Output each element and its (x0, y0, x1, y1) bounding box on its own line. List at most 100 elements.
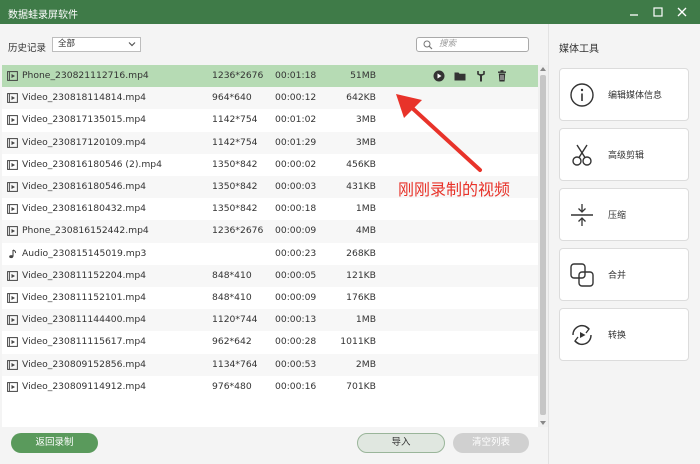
file-duration: 00:00:13 (275, 314, 317, 326)
video-file-icon (7, 159, 18, 170)
file-size: 4MB (355, 225, 376, 237)
file-name: Video_230811115617.mp4 (22, 336, 147, 348)
file-size: 701KB (346, 380, 376, 392)
file-name: Phone_230816152442.mp4 (22, 225, 149, 237)
file-size: 51MB (350, 70, 376, 81)
file-size: 268KB (346, 247, 376, 259)
tool-merge[interactable]: 合并 (559, 248, 689, 301)
title-bar: 数据蛙录屏软件 (0, 0, 700, 24)
tool-label: 合并 (608, 271, 627, 281)
file-row[interactable]: Video_230811152204.mp4 848*410 00:00:05 121… (2, 264, 538, 287)
file-resolution: 1120*744 (212, 314, 258, 326)
import-button[interactable]: 导入 (357, 433, 445, 453)
file-resolution: 1236*2676 (212, 225, 264, 237)
close-icon[interactable] (674, 4, 690, 20)
back-to-record-button[interactable]: 返回录制 (11, 433, 98, 453)
file-size: 1MB (355, 203, 376, 215)
convert-icon (572, 325, 592, 345)
video-file-icon (7, 381, 18, 392)
scroll-up-icon[interactable] (540, 67, 546, 71)
file-duration: 00:00:23 (275, 247, 317, 259)
video-file-icon (7, 115, 18, 126)
file-resolution: 1134*764 (212, 358, 258, 370)
file-name: Video_230816180432.mp4 (22, 203, 147, 215)
main-panel: 历史记录 全部 搜索 Phone_230821112716.mp4 1236*26… (0, 24, 548, 464)
file-duration: 00:00:09 (275, 292, 317, 303)
file-size: 431KB (346, 181, 376, 192)
file-resolution: 1350*842 (212, 203, 258, 215)
trash-icon[interactable] (495, 69, 509, 83)
history-filter-select[interactable]: 全部 (52, 37, 141, 52)
tool-label: 高级剪辑 (608, 151, 645, 161)
file-size: 642KB (346, 92, 376, 104)
tool-compress[interactable]: 压缩 (559, 188, 689, 241)
file-resolution: 1142*754 (212, 114, 258, 126)
maximize-icon[interactable] (650, 4, 666, 20)
file-name: Video_230809152856.mp4 (22, 358, 147, 370)
file-size: 3MB (355, 114, 376, 126)
tool-label: 编辑媒体信息 (608, 91, 663, 101)
merge-icon (570, 263, 594, 287)
file-duration: 00:01:18 (275, 70, 317, 81)
file-row[interactable]: Video_230811152101.mp4 848*410 00:00:09 176… (2, 287, 538, 309)
file-size: 2MB (355, 358, 376, 370)
play-icon[interactable] (432, 69, 446, 83)
video-file-icon (7, 359, 18, 370)
media-tools-panel: 媒体工具 编辑媒体信息 高级剪辑 压缩 合并 转换 (548, 24, 700, 464)
tool-edit-media-info[interactable]: 编辑媒体信息 (559, 68, 689, 121)
folder-icon[interactable] (453, 69, 467, 83)
search-icon (423, 40, 433, 50)
file-row[interactable]: Video_230811144400.mp4 1120*744 00:00:13 1M… (2, 309, 538, 332)
file-name: Video_230811152204.mp4 (22, 269, 147, 281)
file-duration: 00:01:02 (275, 114, 317, 126)
file-duration: 00:00:12 (275, 92, 317, 104)
file-name: Video_230818114814.mp4 (22, 92, 147, 104)
tool-label: 转换 (608, 331, 627, 341)
file-resolution: 1350*842 (212, 181, 258, 192)
file-name: Video_230816180546.mp4 (22, 181, 147, 192)
clear-list-button[interactable]: 清空列表 (453, 433, 529, 453)
file-row[interactable]: Video_230809114912.mp4 976*480 00:00:16 701… (2, 376, 538, 398)
file-size: 1011KB (340, 336, 376, 348)
file-size: 456KB (346, 158, 376, 170)
file-duration: 00:00:18 (275, 203, 317, 215)
app-title: 数据蛙录屏软件 (8, 10, 78, 21)
file-row[interactable]: Phone_230821112716.mp4 1236*2676 00:01:18 5… (2, 65, 538, 88)
file-resolution: 962*642 (212, 336, 252, 348)
video-file-icon (7, 204, 18, 215)
tool-advanced-cut[interactable]: 高级剪辑 (559, 128, 689, 181)
file-duration: 00:00:09 (275, 225, 317, 237)
video-file-icon (7, 93, 18, 104)
video-file-icon (7, 293, 18, 303)
annotation-arrow (396, 94, 482, 172)
file-size: 176KB (346, 292, 376, 303)
file-row[interactable]: Phone_230816152442.mp4 1236*2676 00:00:09 4… (2, 220, 538, 243)
file-name: Video_230809114912.mp4 (22, 380, 147, 392)
video-file-icon (7, 315, 18, 326)
file-row[interactable]: Audio_230815145019.mp3 00:00:23 268KB (2, 243, 538, 265)
file-resolution: 848*410 (212, 269, 252, 281)
video-file-icon (7, 71, 18, 81)
minimize-icon[interactable] (626, 4, 642, 20)
file-row[interactable]: Video_230809152856.mp4 1134*764 00:00:53 2M… (2, 353, 538, 376)
video-file-icon (7, 137, 18, 148)
scroll-thumb[interactable] (540, 75, 546, 415)
file-row[interactable]: Video_230811115617.mp4 962*642 00:00:28 101… (2, 331, 538, 353)
video-file-icon (7, 226, 18, 237)
wrench-icon[interactable] (474, 69, 488, 83)
history-filter-value: 全部 (58, 39, 76, 49)
info-icon (570, 83, 594, 107)
file-size: 121KB (346, 269, 376, 281)
tool-convert[interactable]: 转换 (559, 308, 689, 361)
file-size: 1MB (355, 314, 376, 326)
list-scrollbar[interactable] (538, 65, 548, 427)
file-duration: 00:01:29 (275, 136, 317, 148)
file-row[interactable]: Video_230816180432.mp4 1350*842 00:00:18 1M… (2, 198, 538, 220)
scroll-down-icon[interactable] (540, 421, 546, 425)
file-duration: 00:00:02 (275, 158, 317, 170)
file-duration: 00:00:03 (275, 181, 317, 192)
file-duration: 00:00:05 (275, 269, 317, 281)
file-size: 3MB (355, 136, 376, 148)
search-input[interactable]: 搜索 (416, 37, 529, 52)
file-name: Video_230811144400.mp4 (22, 314, 147, 326)
